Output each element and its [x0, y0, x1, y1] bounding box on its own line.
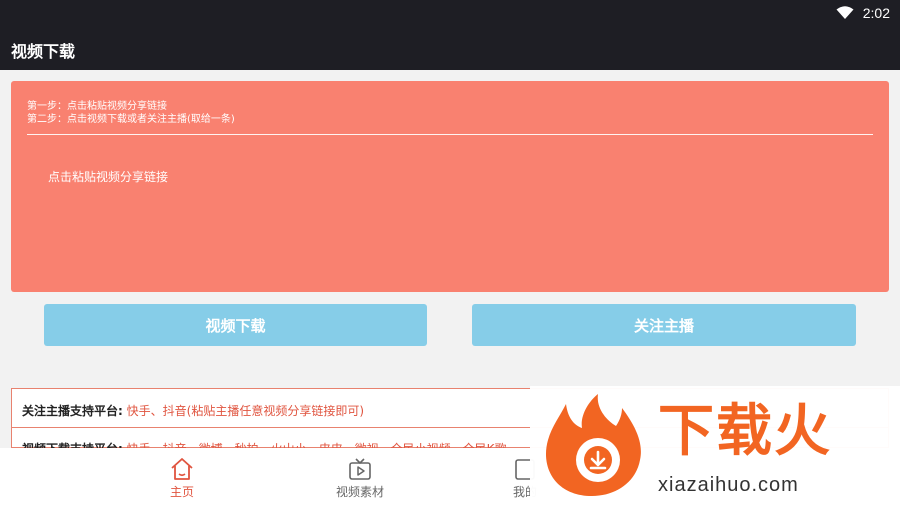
- watermark-overlay: 下载火 xiazaihuo.com: [530, 386, 900, 506]
- home-icon: [171, 458, 193, 480]
- video-download-button[interactable]: 视频下载: [44, 304, 427, 346]
- tab-home[interactable]: 主页: [122, 448, 242, 506]
- follow-platforms-value: 快手、抖音(粘贴主播任意视频分享链接即可): [126, 404, 365, 418]
- follow-platforms-row: 关注主播支持平台: 快手、抖音(粘贴主播任意视频分享链接即可): [22, 402, 364, 419]
- app-bar: 视频下载: [0, 28, 900, 70]
- card-divider: [27, 134, 873, 135]
- video-icon: [349, 458, 371, 480]
- follow-streamer-button[interactable]: 关注主播: [472, 304, 856, 346]
- status-bar: 2:02: [0, 0, 900, 28]
- follow-platforms-label: 关注主播支持平台:: [22, 404, 123, 418]
- tab-home-label: 主页: [169, 485, 194, 499]
- instruction-card: 第一步：点击粘贴视频分享链接 第二步：点击视频下载或者关注主播(取给一条) 点击…: [11, 81, 889, 292]
- flame-logo-icon: [545, 394, 641, 496]
- page-title: 视频下载: [11, 42, 76, 61]
- status-time: 2:02: [862, 5, 890, 21]
- step-two-text: 第二步：点击视频下载或者关注主播(取给一条): [27, 114, 235, 125]
- tab-video-material[interactable]: 视频素材: [300, 448, 420, 506]
- wifi-icon: [836, 6, 854, 19]
- watermark-url: xiazaihuo.com: [658, 474, 799, 496]
- paste-link-area[interactable]: 点击粘贴视频分享链接: [48, 168, 168, 185]
- tab-video-material-label: 视频素材: [335, 485, 384, 499]
- watermark-brand: 下载火: [658, 399, 832, 464]
